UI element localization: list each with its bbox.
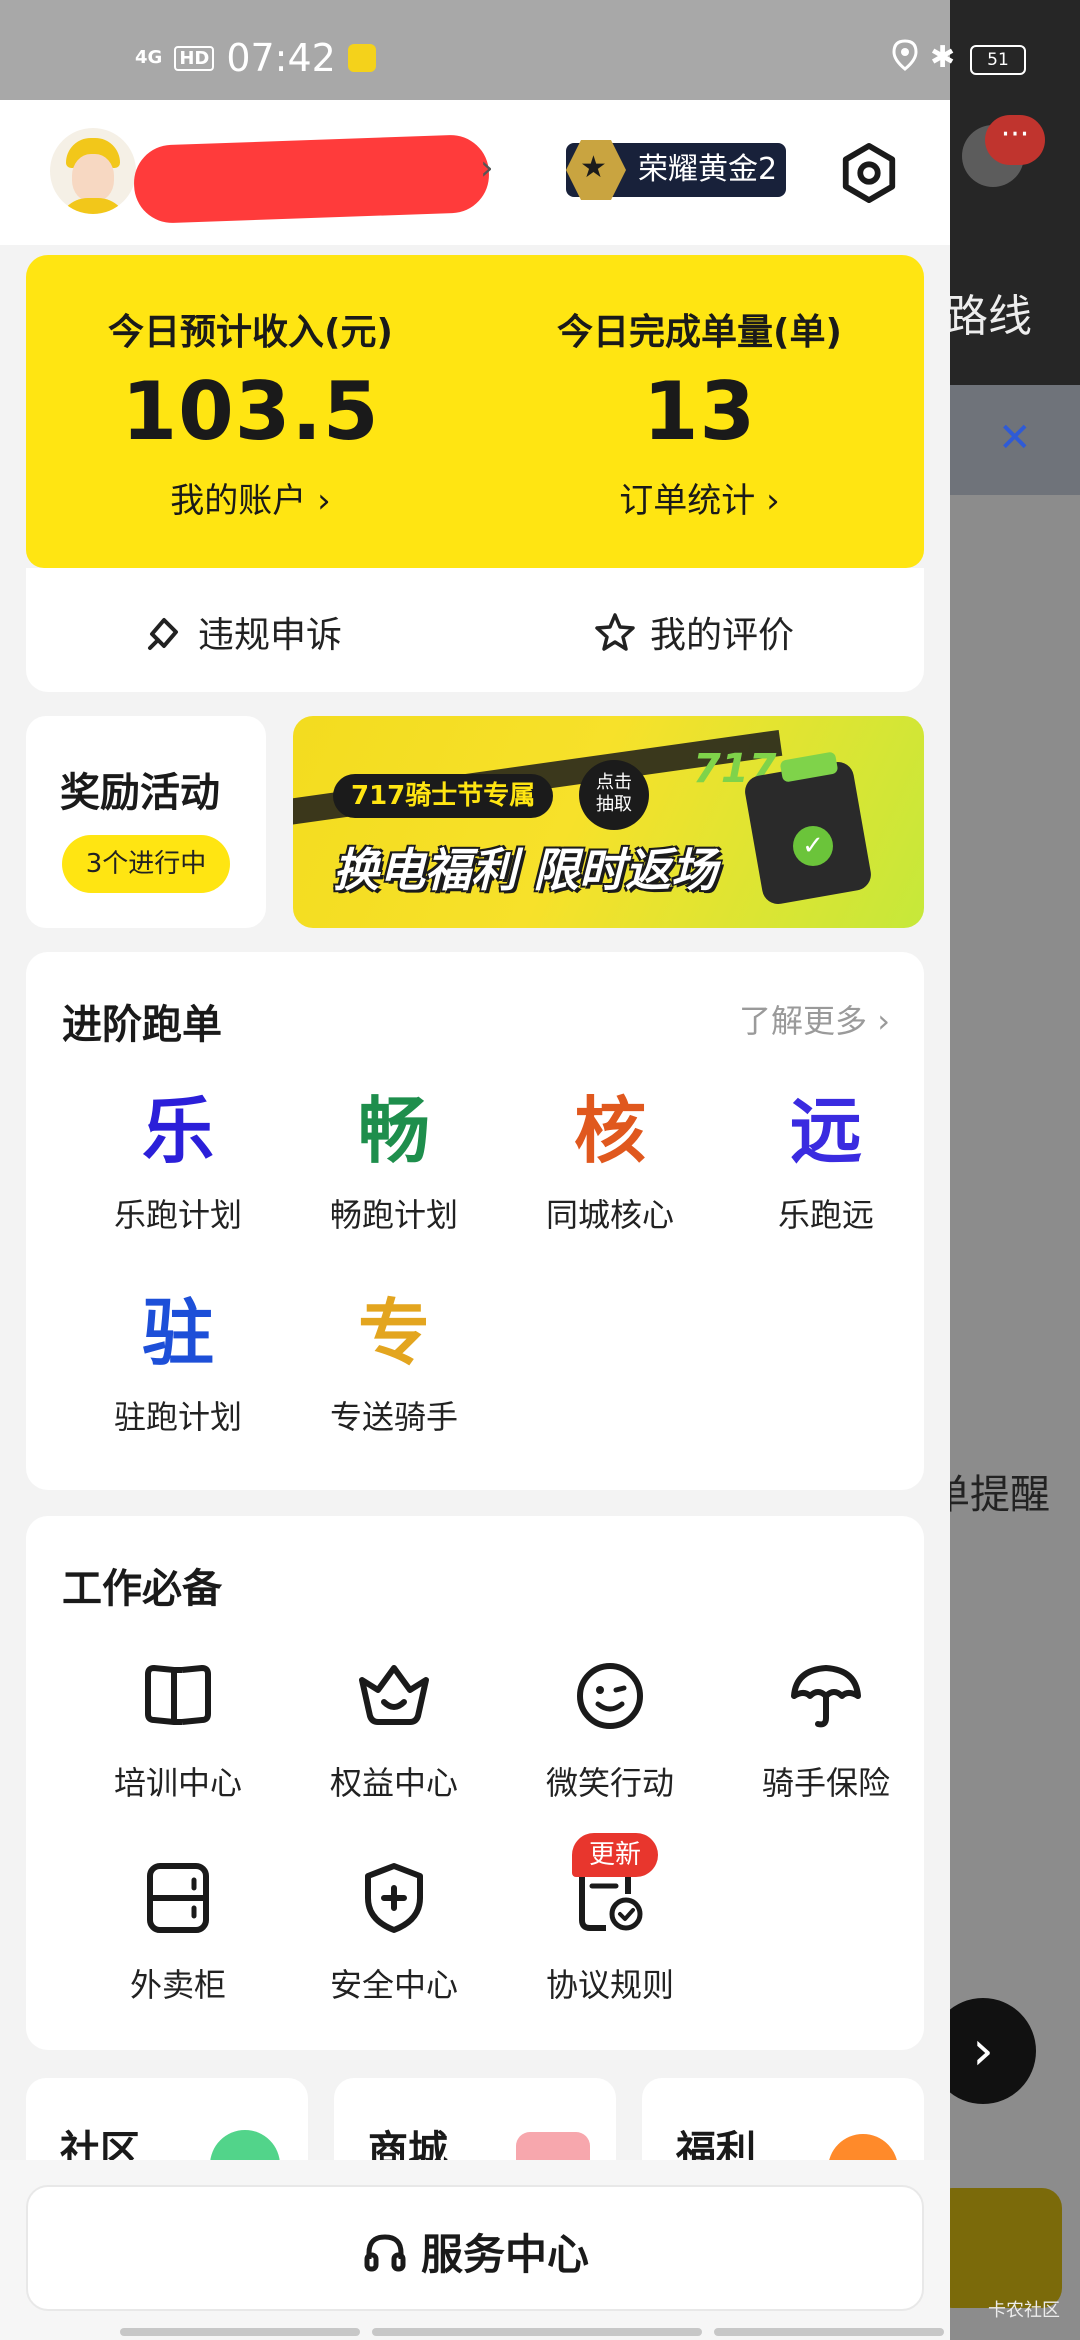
grid-item-core[interactable]: 核 同城核心 (502, 1090, 718, 1236)
bg-yellow-button[interactable] (932, 2188, 1062, 2308)
account-link[interactable]: 我的账户 › (26, 473, 475, 522)
scroll-indicator (714, 2328, 944, 2336)
shield-icon (365, 1863, 423, 1933)
reward-card[interactable]: 奖励活动 3个进行中 (26, 716, 266, 928)
smile-icon (577, 1663, 643, 1729)
learn-more-link[interactable]: 了解更多 › (739, 996, 890, 1042)
close-icon[interactable]: ✕ (998, 415, 1032, 461)
grid-item-insurance[interactable]: 骑手保险 (718, 1656, 934, 1804)
reward-title: 奖励活动 (60, 770, 220, 816)
service-center-button[interactable]: 服务中心 (26, 2185, 924, 2311)
income-card: 今日预计收入(元) 103.5 我的账户 › 今日完成单量(单) 13 订单统计… (26, 255, 924, 568)
grid-item-training[interactable]: 培训中心 (70, 1656, 286, 1804)
check-icon: ✓ (793, 826, 833, 866)
dedicated-icon: 专 (357, 1291, 430, 1375)
grid-item-safety[interactable]: 安全中心 (286, 1858, 502, 2006)
network-indicator: 4G (135, 47, 163, 68)
side-drawer: 4G HD 07:42 › 荣耀黄金2 ★ 今日预计收入(元) 103.5 我的… (0, 0, 950, 2340)
banner-headline: 换电福利 限时返场 (333, 843, 718, 897)
core-icon: 核 (573, 1089, 646, 1173)
grid-label: 乐跑计划 (113, 1196, 242, 1234)
grid-label: 协议规则 (545, 1966, 674, 2004)
service-center-label: 服务中心 (420, 2230, 589, 2279)
far-icon: 远 (789, 1089, 862, 1173)
reward-status-pill: 3个进行中 (62, 835, 230, 893)
grid-label: 乐跑远 (777, 1196, 874, 1234)
advanced-title: 进阶跑单 (62, 1002, 222, 1048)
completed-orders-value: 13 (642, 365, 757, 458)
star-outline-icon (595, 613, 635, 651)
promo-banner[interactable]: 717骑士节专属 点击 抽取 换电福利 限时返场 717 ✓ (293, 716, 924, 928)
hd-indicator: HD (174, 45, 215, 71)
grid-item-smile[interactable]: 微笑行动 (502, 1656, 718, 1804)
avatar[interactable] (50, 128, 136, 214)
uniform-icon (58, 198, 128, 214)
grid-label: 畅跑计划 (329, 1196, 458, 1234)
chevron-right-icon[interactable]: › (480, 148, 494, 188)
star-icon: ★ (580, 150, 607, 185)
rating-button[interactable]: 我的评价 (594, 606, 794, 658)
order-stats-link[interactable]: 订单统计 › (475, 473, 924, 522)
crown-icon (359, 1665, 429, 1725)
grid-item-far[interactable]: 远 乐跑远 (718, 1090, 934, 1236)
estimated-income[interactable]: 今日预计收入(元) 103.5 我的账户 › (26, 255, 475, 568)
completed-orders[interactable]: 今日完成单量(单) 13 订单统计 › (475, 255, 924, 568)
grid-label: 权益中心 (329, 1764, 458, 1802)
grid-item-rules[interactable]: 协议规则 (502, 1858, 718, 2006)
status-bar: 4G HD 07:42 (0, 0, 950, 100)
clock: 07:42 (226, 36, 336, 80)
banner-draw-badge[interactable]: 点击 抽取 (579, 760, 649, 830)
redacted-username[interactable] (132, 133, 491, 225)
grid-label: 培训中心 (113, 1764, 242, 1802)
grid-label: 安全中心 (329, 1966, 458, 2004)
rating-label: 我的评价 (650, 615, 795, 656)
grid-label: 骑手保险 (761, 1764, 890, 1802)
work-title: 工作必备 (62, 1566, 222, 1612)
appeal-button[interactable]: 违规申诉 (144, 606, 342, 658)
grid-label: 专送骑手 (329, 1398, 458, 1436)
face-icon (72, 154, 114, 202)
lepao-icon: 乐 (141, 1089, 214, 1173)
grid-item-benefits[interactable]: 权益中心 (286, 1656, 502, 1804)
grid-item-changpao[interactable]: 畅 畅跑计划 (286, 1090, 502, 1236)
grid-item-station[interactable]: 驻 驻跑计划 (70, 1292, 286, 1438)
cabinet-icon (147, 1863, 209, 1933)
advanced-section: 进阶跑单 了解更多 › 乐 乐跑计划 畅 畅跑计划 核 同城核心 远 乐跑远 驻… (26, 952, 924, 1490)
hammer-icon (148, 618, 178, 650)
station-icon: 驻 (141, 1291, 214, 1375)
banner-tag: 717骑士节专属 (333, 774, 554, 818)
grid-label: 外卖柜 (129, 1966, 226, 2004)
grid-item-dedicated[interactable]: 专 专送骑手 (286, 1292, 502, 1438)
scroll-indicator (372, 2328, 702, 2336)
scroll-indicator (120, 2328, 360, 2336)
book-icon (145, 1665, 211, 1725)
completed-orders-label: 今日完成单量(单) (557, 312, 842, 353)
rank-label: 荣耀黄金2 (638, 152, 778, 187)
grid-label: 驻跑计划 (113, 1398, 242, 1436)
work-section: 工作必备 培训中心 权益中心 微笑行动 骑手保险 外卖柜 安全中心 协议规则 (26, 1516, 924, 2050)
bg-route-label: 路线 (944, 291, 1032, 342)
grid-label: 同城核心 (545, 1196, 674, 1234)
umbrella-icon (791, 1665, 861, 1728)
appeal-label: 违规申诉 (198, 615, 343, 656)
update-badge: 更新 (572, 1833, 658, 1877)
battery-indicator: 51 (970, 45, 1026, 75)
changpao-icon: 畅 (357, 1089, 430, 1173)
estimated-income-value: 103.5 (121, 365, 380, 458)
location-icon (888, 38, 922, 72)
bluetooth-icon: ✱ (930, 40, 956, 75)
headset-icon (364, 2234, 406, 2272)
settings-icon[interactable] (838, 142, 900, 204)
grid-item-cabinet[interactable]: 外卖柜 (70, 1858, 286, 2006)
grid-label: 微笑行动 (545, 1764, 674, 1802)
grid-item-lepao[interactable]: 乐 乐跑计划 (70, 1090, 286, 1236)
banner-badge-line1: 点击 (596, 772, 632, 793)
app-notification-icon (347, 44, 376, 72)
estimated-income-label: 今日预计收入(元) (108, 312, 393, 353)
banner-badge-line2: 抽取 (596, 794, 632, 815)
watermark: 卡农社区 (988, 2300, 1060, 2321)
sub-actions: 违规申诉 我的评价 (26, 568, 924, 692)
notification-badge: ··· (985, 115, 1045, 165)
